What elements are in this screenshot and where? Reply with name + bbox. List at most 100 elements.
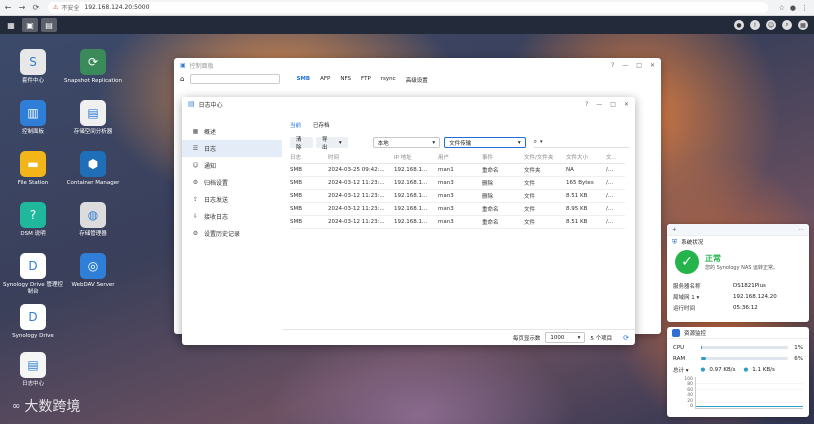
widgets-icon[interactable]: ▦ [798,20,808,30]
column-header[interactable]: IP 地址 [394,152,438,164]
main-menu-button[interactable]: ▦ [3,18,19,32]
column-header[interactable]: 文... [606,152,625,164]
source-value: 本地 [377,140,389,147]
desktop-app-storage-analyzer[interactable]: ▤ 存储空间分析器 [62,100,124,136]
search-input[interactable] [190,74,281,84]
add-widget-icon[interactable]: + [672,227,677,233]
desktop-app-package-center[interactable]: S 套件中心 [2,49,64,85]
export-button[interactable]: 导出 ▾ [315,137,348,151]
clear-button[interactable]: 清除 [290,137,313,151]
storage-manager-icon: ◍ [80,202,106,228]
desktop-app-container-manager[interactable]: ⬢ Container Manager [62,151,124,187]
ram-bar [701,357,789,360]
desktop-app-folder[interactable]: ▬ File Station [2,151,64,187]
log-table: 日志 时间 IP 地址 用户 事件 文件/文件夹 文件大小 文... SMB 2024-03-2… [290,152,625,229]
desktop-app-help[interactable]: ? DSM 说明 [2,202,64,238]
sidebar-item-receive[interactable]: ⇩ 接收日志 [182,208,282,225]
table-row[interactable]: SMB 2024-03-12 11:23:... 192.168.1... man3 删… [290,176,625,190]
close-icon[interactable]: ✕ [624,101,629,108]
total-label[interactable]: 总计 ▾ [673,366,689,374]
notification-icon: ☺ [192,162,199,169]
taskbar-control-panel[interactable]: ▣ [22,18,38,32]
column-header[interactable]: 文件/文件夹 [524,152,566,164]
tab-nfs[interactable]: NFS [340,76,351,84]
sidebar-item-send[interactable]: ⇪ 日志发送 [182,191,282,208]
column-header[interactable]: 时间 [328,152,394,164]
table-row[interactable]: SMB 2024-03-12 11:23:... 192.168.1... man3 删… [290,189,625,203]
log-type-select[interactable]: 文件传输 ▾ [444,137,526,148]
profile-icon[interactable]: ● [790,4,796,12]
tab-current[interactable]: 当前 [290,121,301,129]
sidebar-item-archive[interactable]: ⚙ 归档设置 [182,174,282,191]
menu-icon[interactable]: ⋮ [801,4,808,12]
network-line [696,406,803,407]
sidebar-item-notification[interactable]: ☺ 通知 [182,157,282,174]
column-header[interactable]: 日志 [290,152,328,164]
minimize-icon[interactable]: — [622,62,628,69]
refresh-icon[interactable]: ⟳ [623,334,629,342]
log-search-input[interactable]: ⌕ ▾ [533,137,629,148]
desktop-app-label: 日志中心 [21,381,44,387]
checkmark-icon: ✓ [675,250,699,274]
table-row[interactable]: SMB 2024-03-12 11:23:... 192.168.1... man3 重… [290,202,625,216]
column-header[interactable]: 文件大小 [566,152,606,164]
sidebar-item-history[interactable]: ⚙ 设置历史记录 [182,225,282,242]
back-button[interactable]: ← [2,2,14,14]
reload-button[interactable]: ⟳ [30,2,42,14]
user-icon[interactable]: ☺ [766,20,776,30]
total-label-text: 总计 [673,367,685,374]
per-page-select[interactable]: 1000 ▾ [545,332,586,343]
desktop-app-storage-manager[interactable]: ◍ 存储管理器 [62,202,124,238]
y-tick-label: 0 [690,403,693,409]
search-icon[interactable]: ⌕ [782,20,792,30]
maximize-icon[interactable]: □ [610,101,616,108]
table-cell: SMB [290,176,328,190]
star-icon[interactable]: ☆ [779,4,785,12]
table-row[interactable]: SMB 2024-03-12 11:23:... 192.168.1... man3 重… [290,215,625,229]
desktop-app-snapshot-replication[interactable]: ⟳ Snapshot Replication [62,49,124,85]
desktop-app-control-panel[interactable]: ▥ 控制面板 [2,100,64,136]
table-cell: 文件 [524,176,566,190]
forward-button[interactable]: → [16,2,28,14]
table-cell: 重命名 [482,202,524,216]
maximize-icon[interactable]: □ [636,62,642,69]
close-icon[interactable]: ✕ [650,62,655,69]
desktop-app-label: File Station [17,180,49,186]
table-row[interactable]: SMB 2024-03-25 09:42:... 192.168.1... man1 重… [290,163,625,177]
home-icon[interactable]: ⌂ [180,75,184,84]
help-icon[interactable]: ? [611,62,614,69]
table-cell: SMB [290,163,328,177]
chat-icon[interactable]: ● [734,20,744,30]
source-select[interactable]: 本地 ▾ [372,137,441,148]
desktop-app-log-center[interactable]: ▤ 日志中心 [2,352,64,388]
column-header[interactable]: 事件 [482,152,524,164]
table-cell: NA [566,163,606,177]
help-icon[interactable]: ? [585,101,588,108]
tab-smb[interactable]: SMB [296,76,310,84]
tab-rsync[interactable]: rsync [381,76,396,84]
tab-高级设置[interactable]: 高级设置 [406,76,428,84]
log-center-window[interactable]: ▤ 日志中心 ? — □ ✕ ▦ 概述 ☰ 日志 ☺ 通知 ⚙ 归档设置 ⇪ 日志发送 ⇩ 接收日志 ⚙… [182,97,635,345]
table-cell: 文件 [524,189,566,203]
tab-ftp[interactable]: FTP [361,76,371,84]
desktop-app-drive[interactable]: D Synology Drive [2,304,64,340]
notification-bell-icon[interactable]: ! [750,20,760,30]
sidebar-item-label: 归档设置 [204,180,229,187]
address-bar[interactable]: ⚠ 不安全 192.168.124.20:5000 [48,2,768,13]
widget-options-icon[interactable]: ⋯ [799,227,805,233]
taskbar-log-center[interactable]: ▤ [41,18,57,32]
sidebar-item-log[interactable]: ☰ 日志 [182,140,282,157]
chevron-down-icon: ▾ [577,334,581,341]
table-footer: 每页显示数 1000 ▾ 5 个项目 ⟳ [282,329,635,345]
tab-archived[interactable]: 已存档 [313,121,330,129]
minimize-icon[interactable]: — [596,101,602,108]
desktop-app-drive-admin[interactable]: D Synology Drive 管理控制台 [2,253,64,296]
desktop-app-webdav[interactable]: ◎ WebDAV Server [62,253,124,289]
table-cell: 192.168.1... [394,215,438,229]
table-cell: 192.168.1... [394,163,438,177]
column-header[interactable]: 用户 [438,152,482,164]
window-title: 日志中心 [198,101,223,109]
tab-afp[interactable]: AFP [320,76,330,84]
sidebar-item-overview[interactable]: ▦ 概述 [182,123,282,140]
lan-label[interactable]: 局域网 1 ▾ [673,293,733,301]
